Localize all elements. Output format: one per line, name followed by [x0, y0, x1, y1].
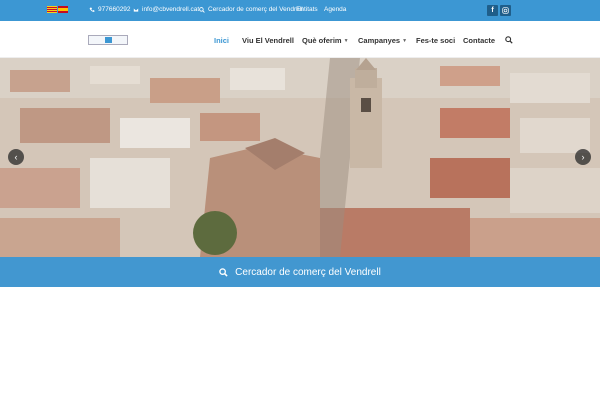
search-band-label: Cercador de comerç del Vendrell — [235, 266, 381, 278]
agenda-link[interactable]: Agenda — [324, 6, 346, 13]
top-search-link[interactable]: Cercador de comerç del Vendrell — [199, 6, 303, 13]
search-icon — [219, 267, 228, 277]
logo-mark-icon — [105, 37, 112, 43]
search-icon[interactable] — [505, 36, 513, 44]
slider-next-button[interactable]: › — [575, 149, 591, 165]
entitats-link[interactable]: Entitats — [296, 6, 318, 13]
phone-contact[interactable]: 977660292 — [89, 6, 131, 13]
envelope-icon — [133, 7, 139, 12]
chevron-right-icon: › — [581, 152, 585, 162]
nav-label: Inici — [214, 36, 230, 45]
search-icon — [199, 6, 205, 13]
nav-item-campanyes[interactable]: Campanyes ▼ — [358, 36, 407, 45]
top-search-label: Cercador de comerç del Vendrell — [208, 6, 303, 13]
nav-label: Què oferim — [302, 36, 342, 45]
email-address: info@cbvendrell.cat — [142, 6, 200, 13]
main-navbar: Inici Viu El Vendrell Què oferim ▼ Campa… — [0, 21, 600, 58]
facebook-icon[interactable]: f — [487, 5, 498, 16]
language-flags — [47, 6, 68, 13]
nav-item-inici[interactable]: Inici — [214, 36, 229, 45]
hero-slider: ‹ › — [0, 58, 600, 257]
nav-item-contacte[interactable]: Contacte — [463, 36, 495, 45]
aerial-town-image — [0, 58, 600, 257]
chevron-down-icon: ▼ — [343, 37, 349, 44]
nav-item-fes-te-soci[interactable]: Fes-te soci — [416, 36, 455, 45]
nav-label: Campanyes — [358, 36, 401, 45]
catalan-flag-icon[interactable] — [47, 6, 57, 13]
nav-item-que-oferim[interactable]: Què oferim ▼ — [302, 36, 349, 45]
nav-label: Fes-te soci — [416, 36, 456, 45]
nav-item-viu-el-vendrell[interactable]: Viu El Vendrell — [242, 36, 294, 45]
instagram-icon[interactable] — [500, 5, 511, 16]
phone-icon — [89, 7, 95, 12]
slider-prev-button[interactable]: ‹ — [8, 149, 24, 165]
spanish-flag-icon[interactable] — [58, 6, 68, 13]
search-band[interactable]: Cercador de comerç del Vendrell — [0, 257, 600, 287]
entitats-label: Entitats — [296, 6, 318, 13]
email-contact[interactable]: info@cbvendrell.cat — [133, 6, 199, 13]
agenda-label: Agenda — [324, 6, 347, 13]
top-bar: 977660292 info@cbvendrell.cat Cercador d… — [0, 0, 600, 21]
chevron-down-icon: ▼ — [402, 37, 408, 44]
site-logo[interactable] — [88, 35, 128, 45]
nav-label: Contacte — [463, 36, 496, 45]
phone-number: 977660292 — [98, 6, 131, 13]
nav-label: Viu El Vendrell — [242, 36, 294, 45]
chevron-left-icon: ‹ — [14, 152, 18, 162]
